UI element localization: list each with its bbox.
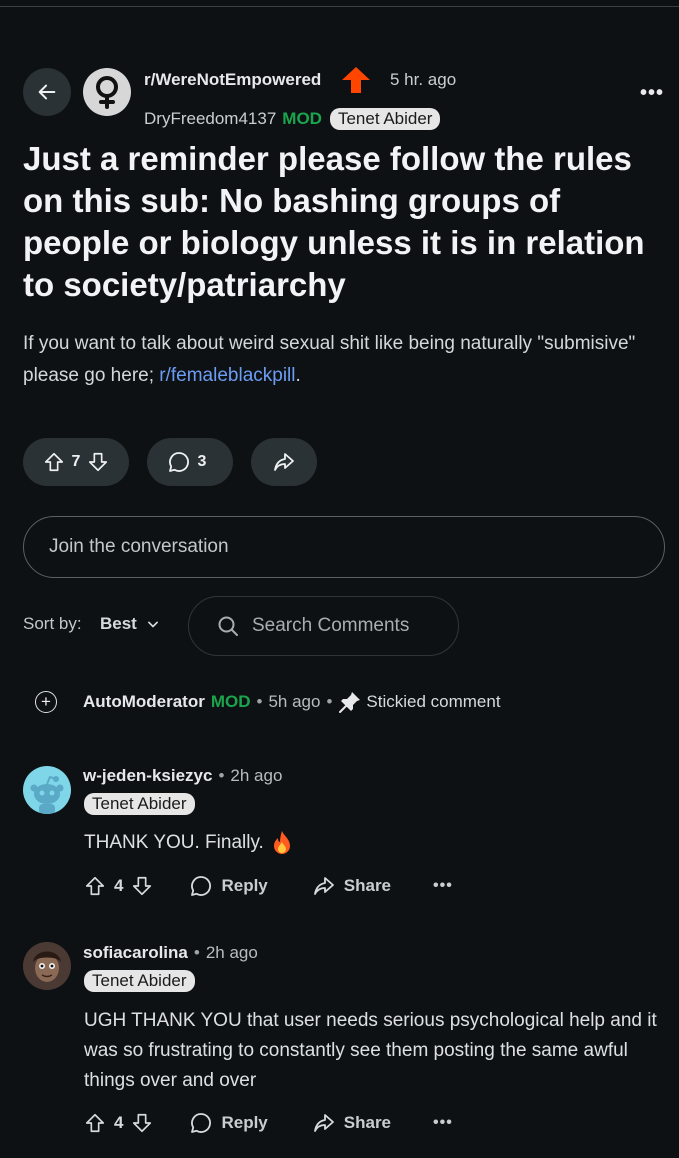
avatar[interactable] [23, 942, 71, 990]
sort-label: Sort by: [23, 614, 82, 633]
share-icon [313, 1114, 334, 1132]
comment-actions: 4 Reply Share ••• [84, 874, 453, 898]
chevron-down-icon [147, 621, 158, 628]
comment-header: w-jeden-ksiezyc • 2h ago [83, 766, 282, 786]
comment-username[interactable]: sofiacarolina [83, 943, 188, 963]
comment-body: THANK YOU. Finally. [84, 832, 264, 853]
reply-button[interactable]: Reply [189, 1111, 268, 1135]
share-button[interactable]: Share [312, 874, 391, 898]
comment-username[interactable]: w-jeden-ksiezyc [83, 766, 212, 786]
downvote-icon[interactable] [131, 875, 153, 897]
user-flair: Tenet Abider [84, 793, 195, 815]
separator-dot: • [326, 692, 333, 711]
more-options-icon[interactable]: ••• [640, 82, 664, 105]
upvote-arrow-icon [341, 66, 371, 99]
upvote-icon[interactable] [84, 1112, 106, 1134]
join-conversation-input[interactable]: Join the conversation [23, 516, 665, 578]
search-comments-field[interactable]: Search Comments [188, 596, 459, 656]
stickied-label: Stickied comment [366, 692, 501, 711]
subreddit-icon[interactable] [83, 68, 131, 116]
comment-vote-count: 4 [114, 1113, 124, 1132]
female-symbol-icon [96, 76, 118, 109]
comment-time: 2h ago [205, 943, 258, 962]
expand-plus-icon[interactable]: + [35, 691, 57, 713]
fire-emoji-icon [273, 831, 290, 854]
upvote-icon[interactable] [43, 451, 65, 473]
share-icon [313, 877, 334, 895]
share-button[interactable] [251, 438, 317, 486]
downvote-icon[interactable] [131, 1112, 153, 1134]
user-flair: Tenet Abider [329, 108, 441, 130]
comments-button[interactable]: 3 [147, 438, 233, 486]
user-photo-avatar-icon [23, 942, 71, 990]
post-author[interactable]: DryFreedom4137 [144, 109, 276, 129]
separator-dot: • [218, 766, 225, 785]
automod-comment-collapsed: + AutoModerator MOD • 5h ago • Stickied … [35, 690, 501, 714]
downvote-icon[interactable] [87, 451, 109, 473]
share-label: Share [343, 876, 392, 895]
comment-vote-count: 4 [114, 876, 124, 895]
share-icon [274, 453, 294, 471]
vote-pill: 7 [23, 438, 129, 486]
top-divider [0, 6, 679, 7]
automod-time: 5h ago [268, 692, 321, 711]
search-placeholder: Search Comments [252, 615, 410, 636]
comment-bubble-icon [168, 452, 189, 472]
comment-actions: 4 Reply Share ••• [84, 1111, 453, 1135]
reply-button[interactable]: Reply [189, 874, 268, 898]
user-flair: Tenet Abider [84, 970, 195, 992]
comment-count: 3 [197, 453, 207, 470]
search-icon [218, 616, 238, 636]
subreddit-name[interactable]: r/WereNotEmpowered [144, 70, 321, 90]
post-body: If you want to talk about weird sexual s… [23, 328, 653, 392]
mod-badge: MOD [282, 109, 322, 128]
comment-header: sofiacarolina • 2h ago [83, 943, 258, 963]
share-label: Share [343, 1113, 392, 1132]
comment-time: 2h ago [230, 766, 283, 785]
avatar[interactable] [23, 766, 71, 814]
subreddit-link[interactable]: r/femaleblackpill [159, 365, 295, 386]
snoo-avatar-icon [30, 775, 64, 814]
post-title: Just a reminder please follow the rules … [23, 140, 645, 303]
pin-icon [339, 692, 361, 713]
more-options-icon[interactable]: ••• [433, 1114, 453, 1132]
post-body-suffix: . [295, 365, 301, 386]
comment-body: UGH THANK YOU that user needs serious ps… [84, 1010, 657, 1091]
comment-bubble-icon [191, 1113, 212, 1133]
separator-dot: • [256, 692, 263, 711]
arrow-left-icon [38, 84, 56, 100]
post-time: 5 hr. ago [390, 70, 457, 89]
back-button[interactable] [23, 68, 71, 116]
upvote-icon[interactable] [84, 875, 106, 897]
share-button[interactable]: Share [312, 1111, 391, 1135]
post-author-row: DryFreedom4137 MOD Tenet Abider [144, 108, 441, 130]
automod-mod-badge: MOD [210, 692, 251, 711]
more-options-icon[interactable]: ••• [433, 877, 453, 895]
join-placeholder: Join the conversation [49, 536, 229, 557]
automod-username[interactable]: AutoModerator [83, 692, 205, 712]
reply-label: Reply [221, 876, 268, 895]
comment-bubble-icon [191, 876, 212, 896]
reply-label: Reply [221, 1113, 268, 1132]
separator-dot: • [193, 943, 200, 962]
sort-value: Best [100, 614, 137, 633]
post-body-text: If you want to talk about weird sexual s… [23, 333, 636, 386]
vote-count: 7 [71, 453, 81, 470]
comment-text: THANK YOU. Finally. [84, 828, 293, 858]
sort-dropdown[interactable]: Best [100, 614, 163, 634]
